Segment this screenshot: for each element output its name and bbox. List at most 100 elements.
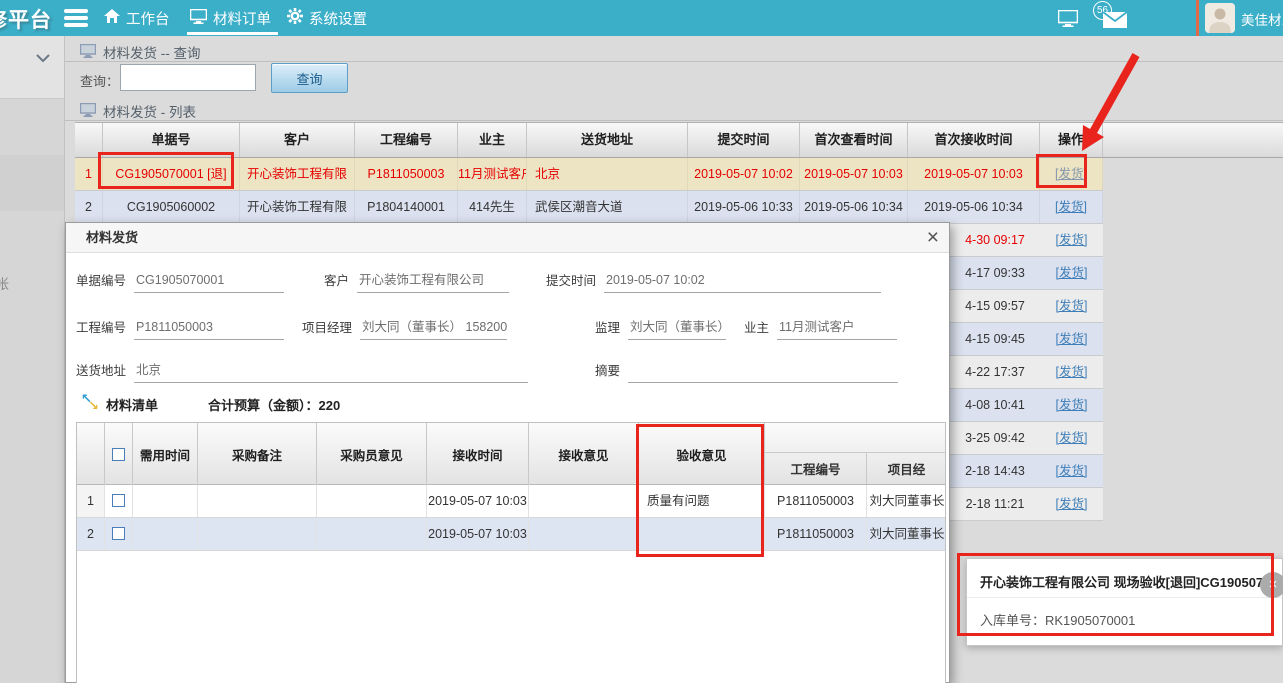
detail-row[interactable]: 2 2019-05-07 10:03 P1811050003 刘大同董事长 [77,518,945,551]
field-project-manager: 项目经理刘大同（董事长） 1582001 [302,316,507,342]
table-row-partial[interactable]: 4-15 09:57 [发货] [950,290,1103,323]
field-supervisor: 监理刘大同（董事长） 15 [595,316,726,342]
detail-table-header: 需用时间 采购备注 采购员意见 接收时间 接收意见 验收意见 工程编号 项目经 [77,423,945,485]
notification-popup[interactable]: 开心装饰工程有限公司 现场验收[退回]CG190507000 入库单号：RK19… [966,558,1283,646]
nav-material-orders-label: 材料订单 [213,8,271,29]
cell-submit-time: 2019-05-06 10:33 [688,191,800,223]
col-doc-no[interactable]: 单据号 [103,123,240,157]
cell-receive-opinion [529,518,639,550]
ship-link[interactable]: [发货] [1056,299,1088,313]
col-action[interactable]: 操作 [1040,123,1103,157]
col-owner[interactable]: 业主 [458,123,527,157]
col-customer[interactable]: 客户 [240,123,355,157]
material-detail-table: 需用时间 采购备注 采购员意见 接收时间 接收意见 验收意见 工程编号 项目经 … [76,422,946,683]
table-row-partial[interactable]: 3-25 09:42 [发货] [950,422,1103,455]
col-submit-time[interactable]: 提交时间 [688,123,800,157]
col-receive-time[interactable]: 接收时间 [427,423,529,485]
cell-first-receive-time: 4-22 17:37 [950,356,1040,388]
table-row[interactable]: 2 CG1905060002 开心装饰工程有限 P1804140001 414先… [75,191,1103,224]
material-detail-title: 材料清单 [106,395,158,414]
detail-row[interactable]: 1 2019-05-07 10:03 质量有问题 P1811050003 刘大同… [77,485,945,518]
query-button[interactable]: 查询 [271,63,348,93]
cell-checkbox [105,518,133,550]
active-nav-underline [187,32,278,35]
cell-doc-no: CG1905060002 [103,191,240,223]
row-checkbox[interactable] [112,494,125,507]
screen-share-icon[interactable] [1058,10,1078,30]
table-row-partial[interactable]: 2-18 14:43 [发货] [950,455,1103,488]
cell-action: [发货] [1040,488,1103,520]
cell-purchase-note [198,485,317,517]
field-summary: 摘要 [595,359,898,385]
user-avatar[interactable] [1205,3,1235,33]
cell-action: [发货] [1040,158,1103,190]
nav-system-settings[interactable]: 系统设置 [287,0,367,36]
cell-action: [发货] [1040,290,1103,322]
table-row-partial[interactable]: 4-15 09:45 [发货] [950,323,1103,356]
ship-link[interactable]: [发货] [1056,464,1088,478]
cell-project-no: P1811050003 [765,518,867,550]
ship-link[interactable]: [发货] [1056,332,1088,346]
ship-link[interactable]: [发货] [1056,497,1088,511]
ship-link[interactable]: [发货] [1056,233,1088,247]
col-first-view-time[interactable]: 首次查看时间 [800,123,908,157]
hamburger-menu-icon[interactable] [64,9,88,27]
home-icon [104,9,120,28]
col-index [75,123,103,157]
ship-link[interactable]: [发货] [1056,398,1088,412]
user-name[interactable]: 美佳材... [1241,9,1283,29]
select-all-checkbox[interactable] [112,448,125,461]
col-inspect-opinion[interactable]: 验收意见 [639,423,765,485]
table-row[interactable]: 1 CG1905070001 [退] 开心装饰工程有限 P1811050003 … [75,158,1103,191]
col-address[interactable]: 送货地址 [527,123,688,157]
app-logo: 修平台 [0,4,52,34]
cell-inspect-opinion [639,518,765,550]
cell-first-view-time: 2019-05-06 10:34 [800,191,908,223]
table-row-partial[interactable]: 4-22 17:37 [发货] [950,356,1103,389]
cell-first-view-time: 2019-05-07 10:03 [800,158,908,190]
col-need-time[interactable]: 需用时间 [133,423,198,485]
cell-action: [发货] [1040,257,1103,289]
close-icon[interactable]: × [1260,572,1283,598]
cell-first-receive-time: 2019-05-07 10:03 [908,158,1040,190]
sidebar-item-partial[interactable]: 帐 [0,274,9,294]
col-purchase-note[interactable]: 采购备注 [198,423,317,485]
row-checkbox[interactable] [112,527,125,540]
cell-index: 2 [75,191,103,223]
resize-arrows-icon[interactable]: ↖↘ [81,394,99,412]
nav-material-orders[interactable]: 材料订单 [190,0,271,36]
topbar: 修平台 工作台 材料订单 系统设置 56 [0,0,1283,36]
field-doc-no: 单据编号CG1905070001 [76,269,284,295]
gear-icon [287,8,303,28]
close-icon[interactable]: × [927,224,939,252]
col-checkbox [105,423,133,485]
query-input[interactable] [120,64,256,91]
col-project-no[interactable]: 工程编号 [355,123,458,157]
cell-first-receive-time: 2019-05-06 10:34 [908,191,1040,223]
cell-index: 1 [77,485,105,517]
col-project-manager[interactable]: 项目经 [867,453,946,484]
query-label: 查询： [80,71,119,90]
table-row-partial[interactable]: 4-17 09:33 [发货] [950,257,1103,290]
cell-first-receive-time: 4-17 09:33 [950,257,1040,289]
list-table-header: 单据号 客户 工程编号 业主 送货地址 提交时间 首次查看时间 首次接收时间 操… [75,122,1283,158]
cell-first-receive-time: 4-15 09:45 [950,323,1040,355]
cell-need-time [133,518,198,550]
table-row-partial[interactable]: 2-18 11:21 [发货] [950,488,1103,521]
ship-link[interactable]: [发货] [1056,431,1088,445]
table-row-partial[interactable]: 4-30 09:17 [发货] [950,224,1103,257]
ship-link[interactable]: [发货] [1056,266,1088,280]
mail-icon[interactable] [1103,12,1127,31]
nav-workbench[interactable]: 工作台 [104,0,170,36]
col-project-no[interactable]: 工程编号 [765,453,867,484]
col-purchaser-opinion[interactable]: 采购员意见 [317,423,427,485]
chevron-down-icon[interactable] [36,52,50,66]
col-first-receive-time[interactable]: 首次接收时间 [908,123,1040,157]
col-receive-opinion[interactable]: 接收意见 [529,423,639,485]
sidebar-band [0,155,64,211]
table-row-partial[interactable]: 4-08 10:41 [发货] [950,389,1103,422]
ship-link[interactable]: [发货] [1055,200,1087,214]
ship-link[interactable]: [发货] [1056,365,1088,379]
cell-purchaser-opinion [317,518,427,550]
ship-link[interactable]: [发货] [1055,167,1087,181]
